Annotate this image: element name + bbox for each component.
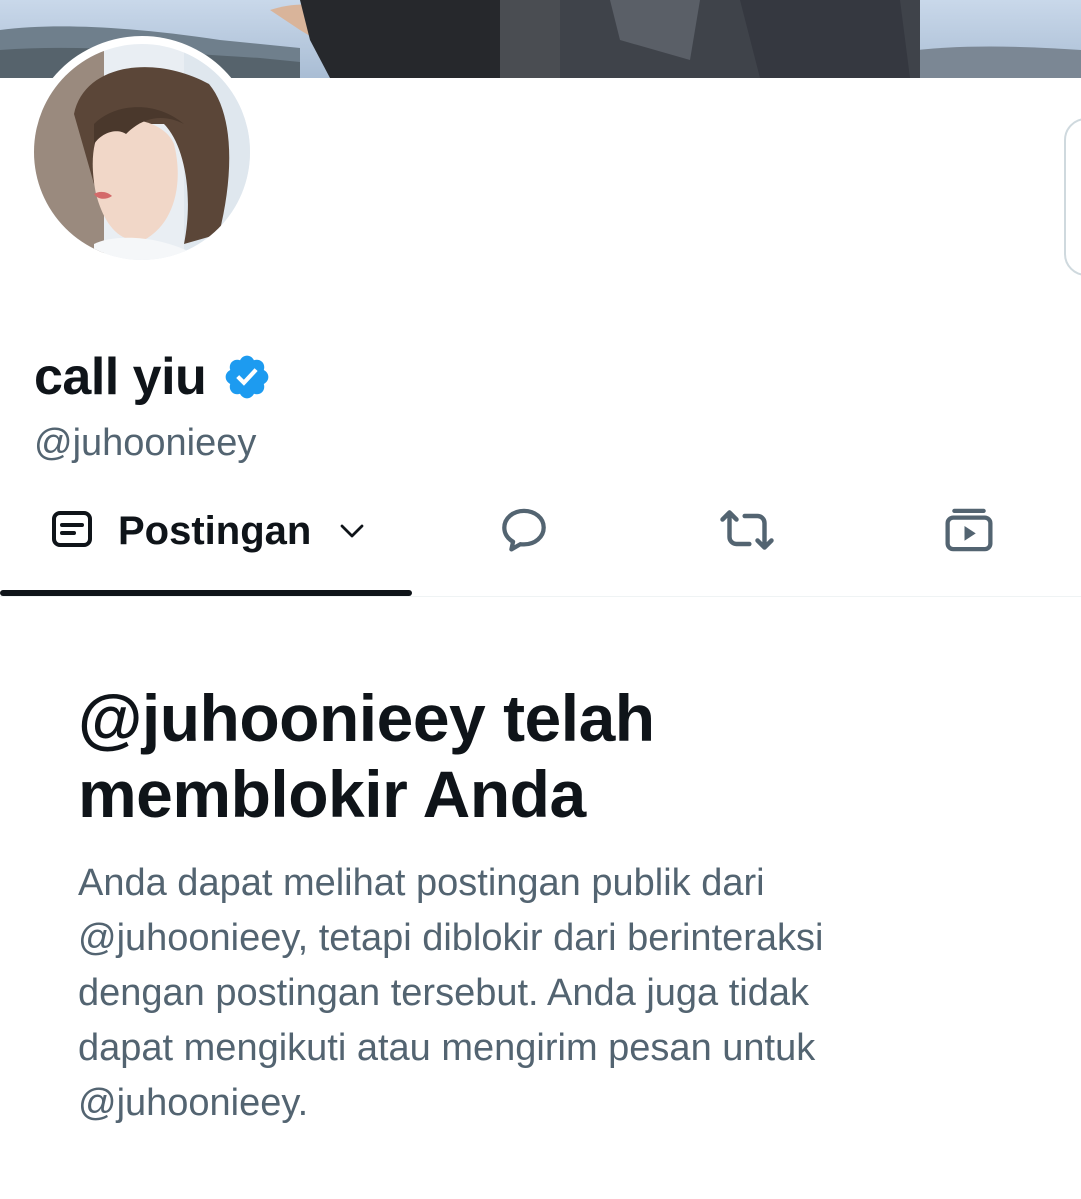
profile-handle: @juhoonieey	[34, 422, 257, 464]
tab-active-indicator	[0, 590, 412, 596]
replies-icon	[497, 503, 551, 562]
media-icon	[942, 503, 996, 562]
profile-avatar[interactable]	[26, 36, 258, 268]
profile-name-row: call yiu	[34, 345, 272, 409]
blocked-title: @juhoonieey telah memblokir Anda	[78, 681, 655, 831]
tab-reposts[interactable]	[687, 470, 807, 594]
tab-replies[interactable]	[464, 470, 584, 594]
blocked-description: Anda dapat melihat postingan publik dari…	[78, 862, 824, 1124]
tab-media[interactable]	[909, 470, 1029, 594]
profile-tabs: Postingan	[0, 470, 1081, 597]
display-name: call yiu	[34, 348, 207, 406]
tab-posts[interactable]: Postingan	[0, 470, 412, 596]
avatar-image	[34, 44, 250, 260]
edit-profile-button-edge[interactable]	[1064, 118, 1081, 276]
posts-icon	[48, 505, 96, 558]
reposts-icon	[719, 502, 775, 563]
tab-posts-label: Postingan	[118, 509, 312, 553]
chevron-down-icon[interactable]	[337, 516, 367, 546]
verified-badge-icon[interactable]	[222, 352, 272, 402]
